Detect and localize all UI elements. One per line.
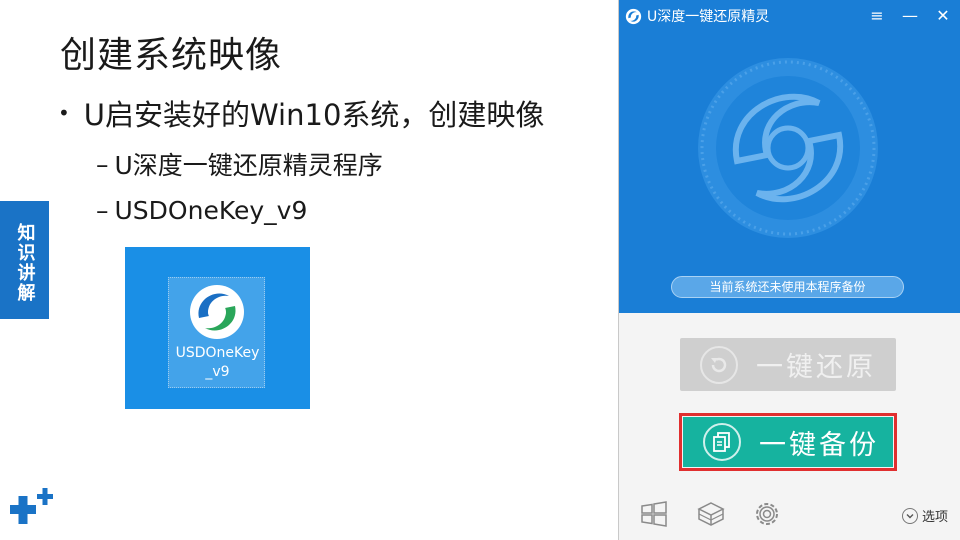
icon-label-line: _v9: [205, 364, 230, 380]
options-label: 选项: [922, 510, 949, 525]
windows-icon[interactable]: [639, 499, 669, 529]
one-click-backup-button[interactable]: 一键备份: [683, 417, 893, 467]
bullet-dot: •: [58, 101, 70, 125]
app-logo-icon: [625, 8, 642, 24]
plus-logo-icon: [10, 488, 53, 524]
app-title: U深度一键还原精灵: [647, 9, 770, 25]
icon-label-line: USDOneKey: [175, 345, 260, 361]
usdonekey-desktop-icon[interactable]: USDOneKey _v9: [168, 277, 265, 388]
minimize-button[interactable]: —: [902, 8, 918, 24]
restore-label: 一键还原: [756, 352, 876, 383]
backup-document-icon: [703, 423, 741, 461]
app-window: U深度一键还原精灵 ≡ — ✕ 当前系统还未使用本程序备份 一键还原 一键备份 …: [618, 0, 960, 540]
slide-title: 创建系统映像: [60, 35, 283, 76]
menu-button[interactable]: ≡: [869, 8, 885, 24]
bullet-dash: –: [96, 149, 109, 179]
desktop-icon-label: USDOneKey _v9: [169, 344, 266, 382]
desktop-screenshot: USDOneKey _v9: [125, 247, 310, 409]
package-icon[interactable]: [696, 499, 726, 529]
restore-icon: [700, 345, 738, 384]
app-logo-icon: [190, 285, 244, 339]
app-header: U深度一键还原精灵 ≡ — ✕ 当前系统还未使用本程序备份: [619, 0, 960, 313]
main-bullet: • U启安装好的Win10系统，创建映像: [58, 92, 544, 134]
sub-bullet: – USDOneKey_v9: [96, 196, 307, 225]
side-tab: 知识讲解: [0, 201, 49, 319]
main-bullet-text: U启安装好的Win10系统，创建映像: [83, 98, 545, 132]
app-emblem-icon: [698, 58, 878, 238]
bullet-dash: –: [96, 196, 109, 225]
one-click-restore-button[interactable]: 一键还原: [680, 338, 896, 391]
options-button[interactable]: 选项: [902, 506, 948, 525]
sub-bullet-text: U深度一键还原精灵程序: [114, 151, 383, 180]
close-button[interactable]: ✕: [935, 8, 951, 24]
sub-bullet-text: USDOneKey_v9: [114, 196, 308, 225]
backup-label: 一键备份: [759, 429, 879, 461]
sub-bullet: – U深度一键还原精灵程序: [96, 146, 383, 182]
gear-icon[interactable]: [752, 499, 782, 529]
chevron-down-icon: [902, 507, 918, 524]
backup-status-badge: 当前系统还未使用本程序备份: [671, 276, 904, 298]
